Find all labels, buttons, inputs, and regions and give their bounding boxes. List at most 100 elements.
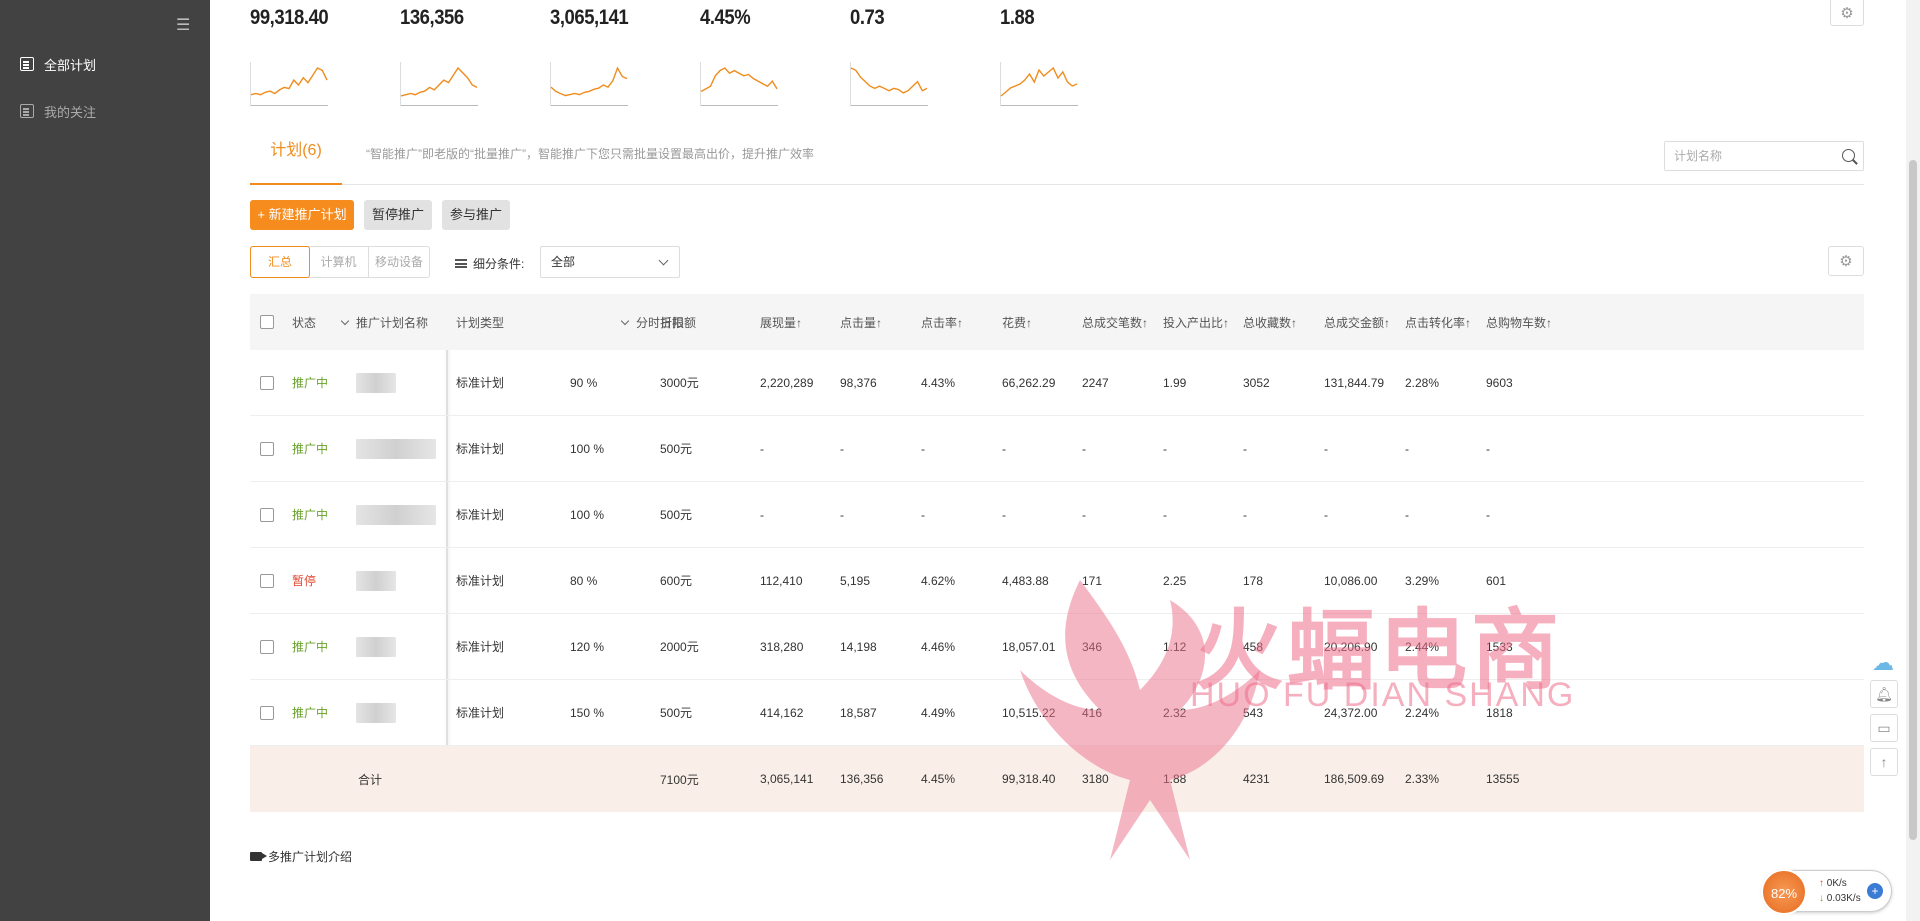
- bell-icon[interactable]: 🔔︎: [1870, 680, 1898, 708]
- cell-carts: -: [1486, 507, 1490, 522]
- row-checkbox[interactable]: [260, 639, 274, 654]
- table-cell: 3.29%: [1405, 548, 1439, 613]
- back-to-top-icon[interactable]: ↑: [1870, 748, 1898, 776]
- filter-label-text: 细分条件:: [473, 257, 525, 271]
- table-cell: 1533: [1486, 614, 1513, 679]
- tab-bar: 计划(6) “智能推广”即老版的“批量推广”，智能推广下您只需批量设置最高出价，…: [250, 133, 1864, 185]
- table-cell: -: [921, 416, 925, 481]
- table-cell: -: [1486, 482, 1490, 547]
- column-header-gmv[interactable]: 总成交金额↑: [1324, 314, 1390, 331]
- table-cell: 66,262.29: [1002, 350, 1055, 415]
- column-header-status[interactable]: 状态: [292, 314, 316, 331]
- device-tab-mobile[interactable]: 移动设备: [369, 247, 429, 277]
- cell-favs: 178: [1243, 573, 1264, 588]
- sparkline-line: [850, 67, 928, 94]
- column-header-budget[interactable]: 日限额: [660, 314, 696, 331]
- plan-name-redacted[interactable]: [356, 504, 436, 525]
- chat-icon[interactable]: ▭: [1870, 714, 1898, 742]
- total-favs: 4231: [1243, 772, 1270, 786]
- row-checkbox[interactable]: [260, 375, 274, 390]
- plan-intro-link[interactable]: 多推广计划介绍: [250, 848, 352, 865]
- menu-collapse-icon[interactable]: ☰: [176, 18, 194, 34]
- table-cell: 4.46%: [921, 614, 955, 679]
- table-cell: -: [760, 416, 764, 481]
- table-cell: 14,198: [840, 614, 877, 679]
- row-checkbox[interactable]: [260, 507, 274, 522]
- table-settings-gear-icon[interactable]: ⚙: [1828, 246, 1864, 276]
- table-cell: 标准计划: [456, 482, 504, 547]
- table-cell: -: [1002, 482, 1006, 547]
- cell-type: 标准计划: [456, 376, 505, 390]
- column-header-cvr[interactable]: 点击转化率↑: [1405, 314, 1471, 331]
- device-tab-summary[interactable]: 汇总: [250, 246, 310, 278]
- column-header-ctr[interactable]: 点击率↑: [921, 314, 963, 331]
- table-cell: 80 %: [570, 548, 597, 613]
- row-checkbox[interactable]: [260, 705, 274, 720]
- table-cell: 日限额: [660, 294, 696, 350]
- table-cell: 总成交笔数↑: [1082, 294, 1148, 350]
- cell-carts: 1818: [1486, 705, 1513, 720]
- plan-name-redacted[interactable]: [356, 636, 396, 657]
- table-cell: -: [1324, 416, 1328, 481]
- main-content: 99,318.40 136,356 3,065,141 4.45% 0.73 1.88 ⚙…: [210, 0, 1920, 921]
- cell-type: 标准计划: [456, 706, 505, 720]
- plan-name-redacted[interactable]: [356, 702, 396, 723]
- cell-type: 标准计划: [456, 442, 505, 456]
- device-tab-pc[interactable]: 计算机: [309, 247, 369, 277]
- sparkline-line: [700, 67, 778, 93]
- cell-cvr: -: [1405, 441, 1409, 456]
- column-header-orders[interactable]: 总成交笔数↑: [1082, 314, 1148, 331]
- plus-icon[interactable]: +: [1867, 883, 1883, 899]
- column-header-cost[interactable]: 花费↑: [1002, 314, 1032, 331]
- table-cell: 136,356: [840, 746, 883, 812]
- chevron-down-icon[interactable]: [340, 316, 350, 325]
- table-cell: [260, 614, 274, 679]
- plan-name-redacted[interactable]: [356, 372, 396, 393]
- table-cell: 标准计划: [456, 350, 504, 415]
- sparkline-line: [1000, 66, 1078, 97]
- row-checkbox[interactable]: [260, 441, 274, 456]
- table-cell: 458: [1243, 614, 1263, 679]
- cell-cost: -: [1002, 507, 1006, 522]
- table-cell: 186,509.69: [1324, 746, 1384, 812]
- column-header-impressions[interactable]: 展现量↑: [760, 314, 802, 331]
- cell-clicks: 98,376: [840, 375, 877, 390]
- sidebar-item-my-follow[interactable]: 我的关注: [20, 100, 96, 122]
- row-checkbox[interactable]: [260, 573, 274, 588]
- table-cell: 点击量↑: [840, 294, 882, 350]
- cell-orders: 171: [1082, 573, 1103, 588]
- cell-cvr: -: [1405, 507, 1409, 522]
- cloud-icon[interactable]: ☁: [1872, 650, 1894, 676]
- scrollbar[interactable]: [1906, 0, 1920, 921]
- plan-name-redacted[interactable]: [356, 570, 396, 591]
- join-button[interactable]: 参与推广: [442, 200, 510, 230]
- table-cell: 9603: [1486, 350, 1513, 415]
- cell-gmv: 24,372.00: [1324, 705, 1378, 720]
- gear-icon[interactable]: ⚙: [1830, 0, 1864, 26]
- column-header-name[interactable]: 推广计划名称: [356, 314, 428, 331]
- column-header-clicks[interactable]: 点击量↑: [840, 314, 882, 331]
- chevron-down-icon: [658, 255, 669, 266]
- tab-plans[interactable]: 计划(6): [250, 133, 342, 185]
- plan-name-redacted[interactable]: [356, 438, 436, 459]
- video-icon: [250, 852, 267, 861]
- column-header-carts[interactable]: 总购物车数↑: [1486, 314, 1552, 331]
- cell-cost: 4,483.88: [1002, 573, 1049, 588]
- filter-dropdown[interactable]: 全部: [540, 246, 680, 278]
- chevron-down-icon[interactable]: [620, 316, 630, 325]
- table-cell: 推广计划名称: [340, 294, 428, 350]
- new-plan-button[interactable]: + 新建推广计划: [250, 200, 354, 230]
- column-header-favs[interactable]: 总收藏数↑: [1243, 314, 1297, 331]
- search-input[interactable]: [1665, 142, 1825, 170]
- select-all-checkbox[interactable]: [260, 315, 274, 329]
- table-cell: -: [1486, 416, 1490, 481]
- search-icon[interactable]: [1842, 149, 1855, 162]
- scrollbar-thumb[interactable]: [1909, 160, 1917, 840]
- cell-cost: -: [1002, 441, 1006, 456]
- metric-sparkline: [1000, 62, 1078, 106]
- pause-button[interactable]: 暂停推广: [364, 200, 432, 230]
- sidebar-item-all-plans[interactable]: 全部计划: [20, 53, 96, 75]
- status-badge: 推广中: [292, 508, 329, 522]
- network-speed-widget[interactable]: 82% ↑ 0K/s ↓ 0.03K/s +: [1761, 869, 1892, 915]
- column-header-roi[interactable]: 投入产出比↑: [1163, 314, 1229, 331]
